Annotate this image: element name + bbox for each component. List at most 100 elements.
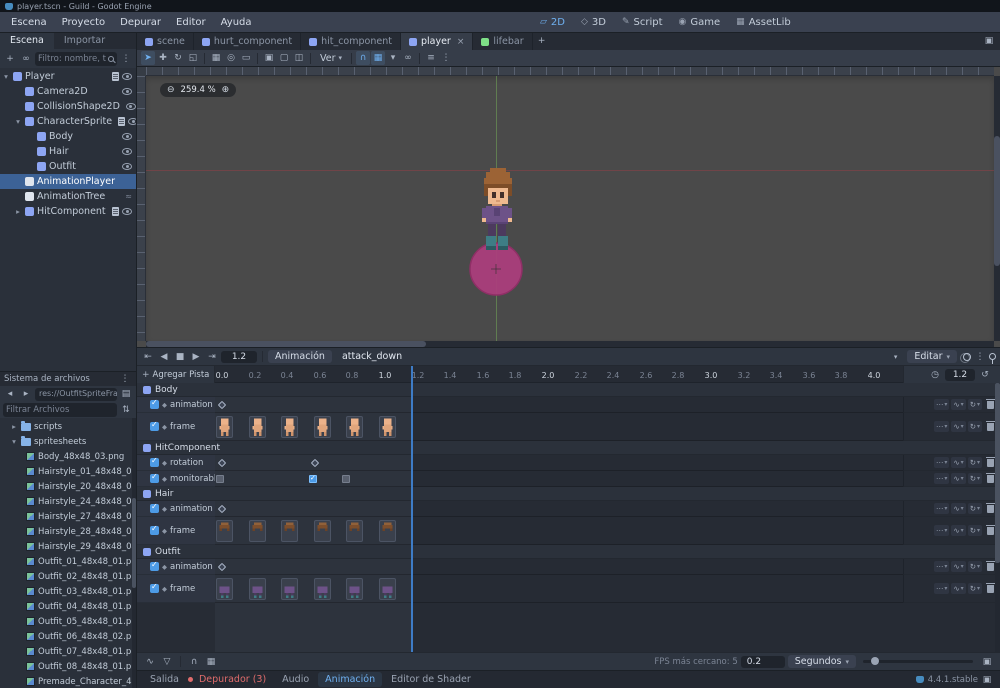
tree-node-body[interactable]: Body <box>0 129 136 144</box>
unlock-node-button[interactable]: ▢ <box>277 51 291 65</box>
new-scene-tab-button[interactable]: + <box>535 34 549 48</box>
track-hitcomponent-monitorable[interactable]: ◆monitorable ⋯▾∿▾↻▾ <box>137 471 1000 487</box>
frame-thumbnail[interactable] <box>249 416 266 438</box>
file-row[interactable]: Outfit_05_48x48_01.png <box>0 614 136 629</box>
select-tool-button[interactable]: ➤ <box>141 51 155 65</box>
snap-options-button[interactable]: ▾ <box>386 51 400 65</box>
workspace-3d[interactable]: ◇ 3D <box>574 15 613 30</box>
delete-track-button[interactable] <box>986 456 995 467</box>
add-track-button[interactable]: + Agregar Pista <box>137 366 215 383</box>
update-mode-dropdown[interactable]: ⋯ ▾ <box>933 561 950 572</box>
animation-name-dropdown[interactable]: attack_down ▾ <box>334 351 905 362</box>
frame-thumbnail[interactable] <box>281 416 298 438</box>
workspace-script[interactable]: ✎ Script <box>615 15 670 30</box>
add-node-button[interactable]: + <box>3 52 17 66</box>
keyframe[interactable] <box>310 458 320 468</box>
frame-thumbnail[interactable] <box>379 416 396 438</box>
zoom-out-icon[interactable]: ⊖ <box>167 85 175 95</box>
frame-thumbnail[interactable] <box>216 416 233 438</box>
viewport-2d[interactable]: ⊖ 259.4 % ⊕ <box>137 67 1000 347</box>
animation-more-button[interactable]: ⋮ <box>973 350 987 364</box>
visibility-eye-icon[interactable] <box>122 73 132 80</box>
scene-filter-input[interactable] <box>38 53 106 64</box>
sort-files-button[interactable]: ⇅ <box>119 403 133 417</box>
loop-wrap-dropdown[interactable]: ↻ ▾ <box>967 503 982 514</box>
ver-menu-button[interactable]: Ver ▾ <box>315 52 347 65</box>
interpolation-dropdown[interactable]: ∿ ▾ <box>951 399 966 410</box>
expand-bottom-panel-icon[interactable]: ▣ <box>980 673 994 687</box>
loop-wrap-dropdown[interactable]: ↻ ▾ <box>967 473 982 484</box>
collapse-icon[interactable]: ▾ <box>2 72 10 81</box>
nav-back-button[interactable]: ◂ <box>3 387 17 401</box>
timeline-zoom-slider[interactable] <box>863 657 973 665</box>
track-group-body[interactable]: Body <box>137 383 1000 397</box>
visibility-eye-icon[interactable] <box>122 163 132 170</box>
frame-thumbnail[interactable] <box>346 520 363 542</box>
track-enabled-checkbox[interactable] <box>150 420 159 431</box>
loop-wrap-dropdown[interactable]: ↻ ▾ <box>967 457 982 468</box>
track-hair-frame[interactable]: ◆frame ⋯▾∿▾↻▾ <box>137 517 1000 545</box>
frame-thumbnail[interactable] <box>281 578 298 600</box>
interpolation-dropdown[interactable]: ∿ ▾ <box>951 421 966 432</box>
scene-tree-menu-button[interactable]: ⋮ <box>119 52 133 66</box>
onion-skinning-icon[interactable] <box>960 352 971 363</box>
tab-importar[interactable]: Importar <box>54 33 115 49</box>
loop-wrap-dropdown[interactable]: ↻ ▾ <box>967 583 982 594</box>
tab-escena[interactable]: Escena <box>0 33 54 49</box>
update-mode-dropdown[interactable]: ⋯ ▾ <box>933 457 950 468</box>
tree-node-collisionshape2d[interactable]: CollisionShape2D <box>0 99 136 114</box>
frame-thumbnail[interactable] <box>314 416 331 438</box>
file-row[interactable]: Outfit_03_48x48_01.png <box>0 584 136 599</box>
track-hitcomponent-rotation[interactable]: ◆rotation ⋯▾∿▾↻▾ <box>137 455 1000 471</box>
tree-node-outfit[interactable]: Outfit <box>0 159 136 174</box>
track-enabled-checkbox[interactable] <box>150 582 159 593</box>
collapse-icon[interactable]: ▾ <box>10 437 18 446</box>
grid-snap-button[interactable]: ▦ <box>371 51 386 65</box>
pivot-tool-button[interactable]: ◎ <box>224 51 238 65</box>
frame-thumbnail[interactable] <box>249 578 266 600</box>
tracks-scrollbar[interactable] <box>995 383 1000 652</box>
interpolation-dropdown[interactable]: ∿ ▾ <box>951 503 966 514</box>
menu-escena[interactable]: Escena <box>4 15 54 30</box>
timeline-ruler[interactable]: 0.0 0.2 0.4 0.6 0.8 1.0 1.2 1.4 1.6 1.8 … <box>215 366 903 383</box>
file-row[interactable]: Hairstyle_28_48x48_01.png <box>0 524 136 539</box>
visibility-eye-icon[interactable] <box>125 103 136 110</box>
menu-editor[interactable]: Editor <box>169 15 213 30</box>
lock-node-button[interactable]: ▣ <box>262 51 276 65</box>
bool-keyframe-off[interactable] <box>342 475 350 483</box>
visibility-eye-icon[interactable] <box>122 148 132 155</box>
bottom-panel-animacion[interactable]: Animación <box>318 672 383 687</box>
bottom-panel-shader-editor[interactable]: Editor de Shader <box>384 672 478 687</box>
delete-track-button[interactable] <box>986 398 995 409</box>
pin-panel-icon[interactable] <box>989 353 996 364</box>
track-enabled-checkbox[interactable] <box>150 472 159 483</box>
workspace-game[interactable]: ◉ Game <box>672 15 728 30</box>
keyframe[interactable] <box>217 504 227 514</box>
snap-step-field[interactable]: 0.2 <box>740 655 785 668</box>
delete-track-button[interactable] <box>986 502 995 513</box>
zoom-in-icon[interactable]: ⊕ <box>222 85 230 95</box>
bezier-editor-icon[interactable]: ∿ <box>143 655 157 669</box>
update-mode-dropdown[interactable]: ⋯ ▾ <box>933 473 950 484</box>
tree-node-charactersprite[interactable]: ▾ CharacterSprite <box>0 114 136 129</box>
filesystem-menu-button[interactable]: ⋮ <box>118 372 132 386</box>
character-sprite[interactable] <box>472 168 522 252</box>
track-enabled-checkbox[interactable] <box>150 502 159 513</box>
track-group-outfit[interactable]: Outfit <box>137 545 1000 559</box>
current-time-field[interactable]: 1.2 <box>221 350 257 363</box>
tree-node-animationplayer-selected[interactable]: AnimationPlayer <box>0 174 136 189</box>
collapse-icon[interactable]: ▾ <box>14 117 22 126</box>
scale-tool-button[interactable]: ◱ <box>186 51 200 65</box>
loop-wrap-dropdown[interactable]: ↻ ▾ <box>967 525 982 536</box>
bottom-panel-depurador[interactable]: Depurador (3) <box>192 672 273 687</box>
viewport-more-button[interactable]: ⋮ <box>439 51 453 65</box>
tree-node-hitcomponent[interactable]: ▸ HitComponent <box>0 204 136 219</box>
bookmark-icon[interactable]: ▤ <box>119 387 133 401</box>
visibility-eye-icon[interactable] <box>128 118 136 125</box>
frame-thumbnail[interactable] <box>379 520 396 542</box>
play-backwards-button[interactable]: ◀ <box>157 350 171 364</box>
loop-wrap-dropdown[interactable]: ↻ ▾ <box>967 561 982 572</box>
update-mode-dropdown[interactable]: ⋯ ▾ <box>933 503 950 514</box>
workspace-2d[interactable]: ▱ 2D <box>533 15 572 30</box>
loop-wrap-dropdown[interactable]: ↻ ▾ <box>967 421 982 432</box>
